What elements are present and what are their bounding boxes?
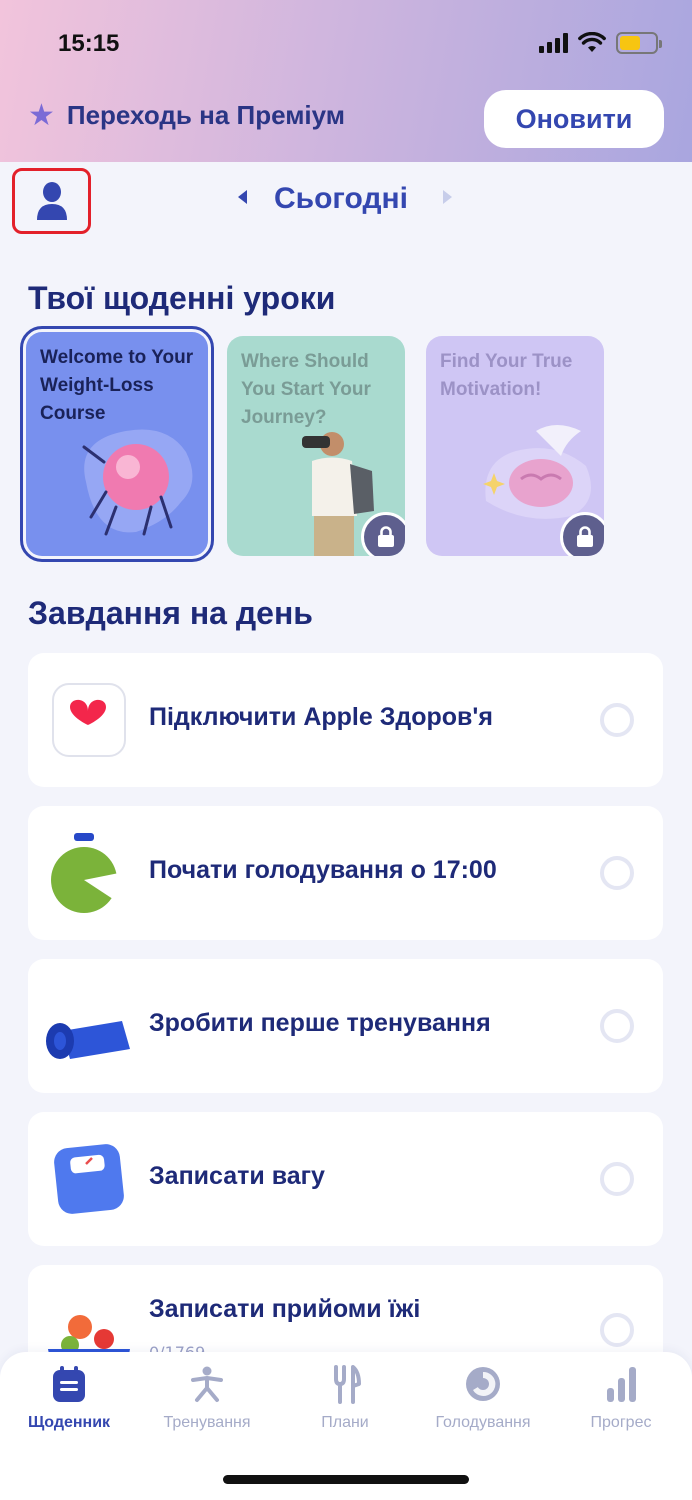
fork-knife-icon [334,1365,361,1404]
lesson-card-welcome[interactable]: Welcome to Your Weight-Loss Course [20,326,214,562]
tasks-section-title: Завдання на день [28,595,313,631]
premium-label: Переходь на Преміум [66,100,345,130]
task-log-weight[interactable]: Записати вагу [28,1112,663,1246]
tab-label: Щоденник [27,1414,111,1431]
task-first-workout[interactable]: Зробити перше тренування [28,959,663,1093]
workout-icon [191,1366,223,1402]
signal-icon [539,33,568,53]
current-date-label[interactable]: Сьогодні [274,182,408,216]
tab-label: Прогрес [590,1414,652,1431]
date-navigator: Сьогодні [0,180,692,224]
fasting-timer-icon [44,828,134,918]
tab-label: Плани [321,1414,369,1431]
premium-header: 15:15 ★ Переходь на Преміум Оновити [0,0,692,162]
lesson-card-title: Welcome to Your Weight-Loss Course [40,347,194,424]
upgrade-button[interactable]: Оновити [484,90,664,148]
scale-icon [44,1134,134,1224]
task-checkbox[interactable] [600,1162,634,1196]
task-checkbox[interactable] [600,1009,634,1043]
task-label: Зробити перше тренування [149,1009,491,1037]
lock-icon [560,512,604,556]
lessons-section-title: Твої щоденні уроки [28,280,336,316]
health-heart-icon [44,675,134,765]
tab-label: Тренування [163,1414,251,1431]
task-connect-health[interactable]: Підключити Apple Здоров'я [28,653,663,787]
lesson-card-motivation[interactable]: Find Your True Motivation! [426,336,604,556]
task-checkbox[interactable] [600,856,634,890]
bar-chart-icon [607,1367,636,1402]
task-label: Почати голодування о 17:00 [149,856,497,884]
premium-promo[interactable]: ★ Переходь на Преміум [28,100,345,131]
task-label: Підключити Apple Здоров'я [149,703,493,731]
lessons-carousel[interactable]: Welcome to Your Weight-Loss Course Where… [20,326,692,562]
diary-icon [53,1366,85,1402]
task-checkbox[interactable] [600,703,634,737]
home-indicator[interactable] [223,1475,469,1484]
battery-icon [616,32,662,54]
next-day-icon[interactable] [443,190,452,204]
tab-diary[interactable]: Щоденник [0,1362,138,1442]
task-label: Записати прийоми їжі [149,1295,421,1323]
yoga-mat-icon [42,981,132,1071]
wifi-icon [578,32,606,52]
task-start-fasting[interactable]: Почати голодування о 17:00 [28,806,663,940]
prev-day-icon[interactable] [238,190,247,204]
lock-icon [361,512,405,556]
tab-workouts[interactable]: Тренування [138,1362,276,1442]
tab-label: Голодування [435,1414,531,1431]
lesson-card-start-journey[interactable]: Where Should You Start Your Journey? [227,336,405,556]
task-checkbox[interactable] [600,1313,634,1347]
lesson-card-title: Find Your True Motivation! [440,351,573,400]
star-icon: ★ [28,97,55,133]
lesson-card-title: Where Should You Start Your Journey? [241,351,371,428]
fasting-icon [466,1367,500,1401]
status-time: 15:15 [58,30,120,57]
task-label: Записати вагу [149,1162,325,1190]
running-ball-illustration [82,429,193,536]
tab-progress[interactable]: Прогрес [552,1362,690,1442]
tab-fasting[interactable]: Голодування [414,1362,552,1442]
status-icons [539,32,662,54]
tab-plans[interactable]: Плани [276,1362,414,1442]
